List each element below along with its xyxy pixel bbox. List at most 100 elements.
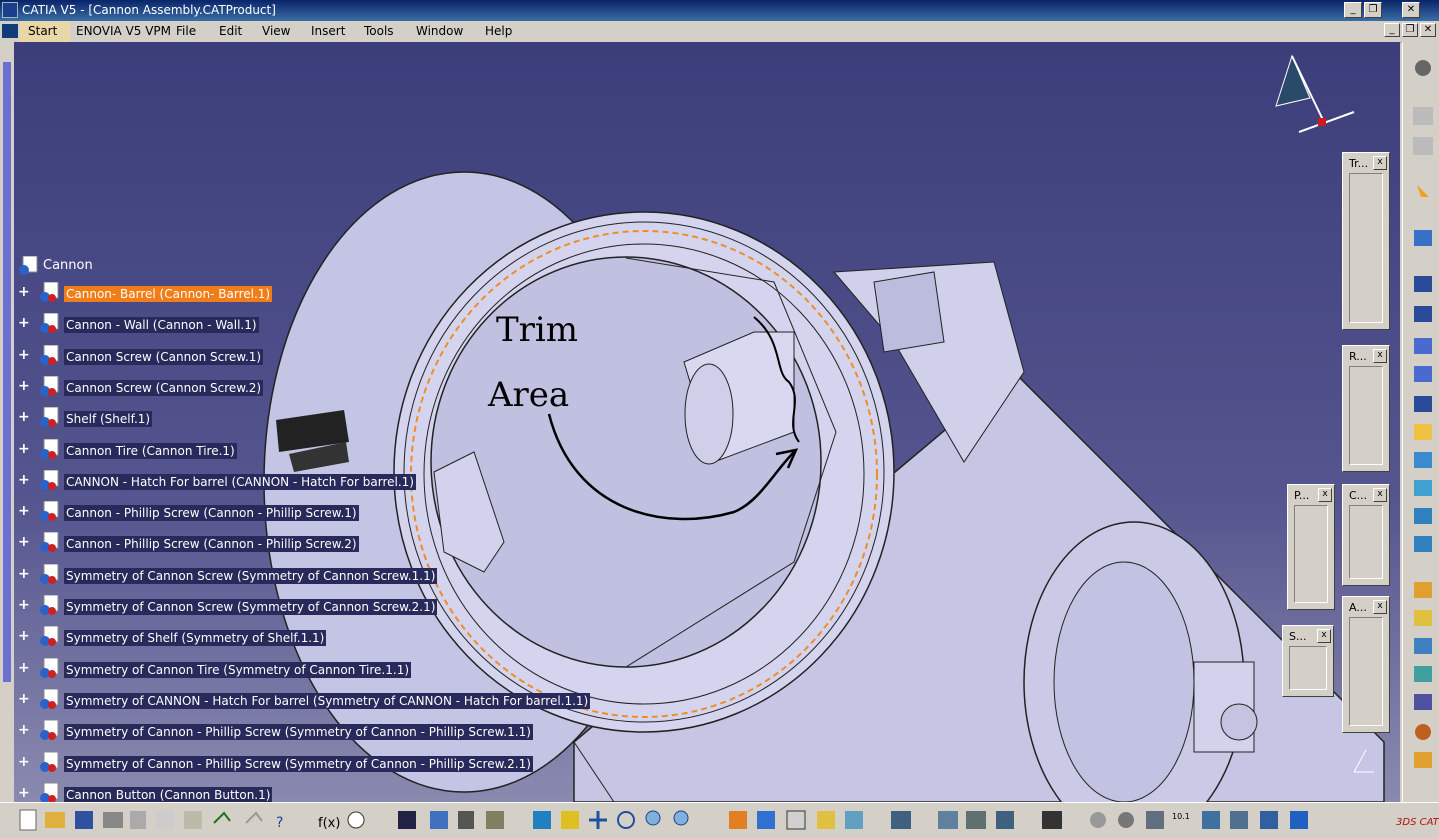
tree-node-label[interactable]: Cannon Screw (Cannon Screw.2) (64, 380, 264, 396)
expand-icon[interactable]: + (18, 504, 30, 518)
table-icon (398, 811, 416, 829)
compass-icon[interactable] (1275, 54, 1355, 133)
close-button[interactable]: ✕ (1402, 2, 1420, 18)
expand-icon[interactable]: + (18, 285, 30, 299)
tree-node-label[interactable]: Cannon- Barrel (Cannon- Barrel.1) (64, 286, 273, 302)
toolbar-r-close[interactable]: x (1373, 349, 1387, 363)
menu-start[interactable]: Start (20, 21, 70, 42)
menu-view[interactable]: View (262, 24, 290, 38)
tree-node-label[interactable]: Shelf (Shelf.1) (64, 411, 153, 427)
expand-icon[interactable]: + (18, 598, 30, 612)
menu-edit[interactable]: Edit (219, 24, 242, 38)
title-bar: CATIA V5 - [Cannon Assembly.CATProduct] … (0, 0, 1439, 21)
restore-button[interactable]: ❐ (1364, 2, 1382, 18)
toolbar-p-close[interactable]: x (1318, 488, 1332, 502)
toolbar-s[interactable]: S... x (1282, 625, 1334, 697)
expand-icon[interactable]: + (18, 723, 30, 737)
inertia-icon (996, 811, 1014, 829)
filter-icon (1230, 811, 1248, 829)
cube-icon (1414, 610, 1432, 626)
menu-help[interactable]: Help (485, 24, 512, 38)
toolbar-s-close[interactable]: x (1317, 629, 1331, 643)
product-icon (40, 752, 59, 772)
tree-node[interactable]: + Shelf (Shelf.1) (18, 407, 718, 435)
tree-node-label[interactable]: Cannon - Wall (Cannon - Wall.1) (64, 317, 259, 333)
expand-icon[interactable]: + (18, 410, 30, 424)
menu-window[interactable]: Window (416, 24, 463, 38)
menu-bar: Start ENOVIA V5 VPM File Edit View Inser… (0, 21, 1439, 43)
toolbar-c-close[interactable]: x (1373, 488, 1387, 502)
angle-icon (1414, 508, 1432, 524)
grid-plane-icon (1290, 811, 1308, 829)
minimize-button[interactable]: _ (1344, 2, 1362, 18)
fly-icon (533, 811, 551, 829)
expand-icon[interactable]: + (18, 786, 30, 800)
menu-file[interactable]: File (176, 24, 196, 38)
menu-tools[interactable]: Tools (364, 24, 394, 38)
tree-node[interactable]: + Symmetry of Cannon - Phillip Screw (Sym… (18, 720, 718, 748)
expand-icon[interactable]: + (18, 755, 30, 769)
tree-node-label[interactable]: Symmetry of Cannon Tire (Symmetry of Can… (64, 662, 412, 678)
tree-node[interactable]: + CANNON - Hatch For barrel (CANNON - Hat… (18, 470, 718, 498)
toolbar-a[interactable]: A... x (1342, 596, 1390, 733)
toolbar-tr-close[interactable]: x (1373, 156, 1387, 170)
expand-icon[interactable]: + (18, 629, 30, 643)
tree-node[interactable]: + Symmetry of Cannon - Phillip Screw (Sym… (18, 752, 718, 780)
print-icon (103, 812, 123, 828)
menu-enovia[interactable]: ENOVIA V5 VPM (76, 24, 171, 38)
tree-node[interactable]: + Symmetry of Cannon Screw (Symmetry of C… (18, 564, 718, 592)
product-icon (40, 282, 59, 302)
expand-icon[interactable]: + (18, 473, 30, 487)
tree-node-label[interactable]: Symmetry of Shelf (Symmetry of Shelf.1.1… (64, 630, 327, 646)
tree-node[interactable]: + Symmetry of Cannon Tire (Symmetry of Ca… (18, 658, 718, 686)
tree-node-label[interactable]: Symmetry of Cannon Screw (Symmetry of Ca… (64, 568, 438, 584)
toolbar-p-title: P... (1294, 489, 1310, 502)
tree-node[interactable]: + Cannon - Wall (Cannon - Wall.1) (18, 313, 718, 341)
expand-icon[interactable]: + (18, 535, 30, 549)
tree-node-label[interactable]: Cannon - Phillip Screw (Cannon - Phillip… (64, 505, 359, 521)
tree-node[interactable]: + Cannon Tire (Cannon Tire.1) (18, 439, 718, 467)
tree-scrollbar[interactable] (0, 42, 14, 802)
tree-node-label[interactable]: Symmetry of CANNON - Hatch For barrel (S… (64, 693, 591, 709)
catalog-icon (486, 811, 504, 829)
doc-close-button[interactable]: ✕ (1420, 23, 1436, 37)
catia-menu-icon[interactable] (2, 24, 18, 38)
expand-icon[interactable]: + (18, 692, 30, 706)
expand-icon[interactable]: + (18, 567, 30, 581)
tree-node-label[interactable]: Cannon Screw (Cannon Screw.1) (64, 349, 264, 365)
expand-icon[interactable]: + (18, 442, 30, 456)
expand-icon[interactable]: + (18, 661, 30, 675)
tree-node-label[interactable]: Cannon Tire (Cannon Tire.1) (64, 443, 237, 459)
expand-icon[interactable]: + (18, 348, 30, 362)
part-icon (1414, 276, 1432, 292)
menu-insert[interactable]: Insert (311, 24, 345, 38)
formula-icon: f(x) (318, 816, 340, 831)
box2-icon (1414, 752, 1432, 768)
toolbar-tr[interactable]: Tr... x (1342, 152, 1390, 330)
tree-node-label[interactable]: CANNON - Hatch For barrel (CANNON - Hatc… (64, 474, 416, 490)
toolbar-p[interactable]: P... x (1287, 484, 1335, 610)
tree-node[interactable]: + Cannon Screw (Cannon Screw.1) (18, 345, 718, 373)
doc-minimize-button[interactable]: _ (1384, 23, 1400, 37)
toolbar-c[interactable]: C... x (1342, 484, 1390, 586)
tree-node-label[interactable]: Symmetry of Cannon Screw (Symmetry of Ca… (64, 599, 438, 615)
tree-node[interactable]: + Cannon - Phillip Screw (Cannon - Philli… (18, 501, 718, 529)
tree-node-label[interactable]: Symmetry of Cannon - Phillip Screw (Symm… (64, 724, 533, 740)
tree-node[interactable]: + Symmetry of CANNON - Hatch For barrel (… (18, 689, 718, 717)
toolbar-a-close[interactable]: x (1373, 600, 1387, 614)
tree-node[interactable]: + Cannon - Phillip Screw (Cannon - Philli… (18, 532, 718, 560)
tree-node[interactable]: + Cannon Screw (Cannon Screw.2) (18, 376, 718, 404)
expand-icon[interactable]: + (18, 379, 30, 393)
tree-node-label[interactable]: Cannon - Phillip Screw (Cannon - Phillip… (64, 536, 359, 552)
tree-node[interactable]: + Cannon- Barrel (Cannon- Barrel.1) (18, 282, 718, 310)
doc-restore-button[interactable]: ❐ (1402, 23, 1418, 37)
tree-node-label[interactable]: Symmetry of Cannon - Phillip Screw (Symm… (64, 756, 533, 772)
lock-icon (458, 811, 474, 829)
toolbar-r-body (1349, 366, 1383, 465)
expand-icon[interactable]: + (18, 316, 30, 330)
tree-node[interactable]: + Symmetry of Shelf (Symmetry of Shelf.1.… (18, 626, 718, 654)
scroll-thumb[interactable] (3, 62, 11, 682)
tree-node[interactable]: + Symmetry of Cannon Screw (Symmetry of C… (18, 595, 718, 623)
tree-node-label[interactable]: Cannon Button (Cannon Button.1) (64, 787, 273, 803)
toolbar-r[interactable]: R... x (1342, 345, 1390, 472)
